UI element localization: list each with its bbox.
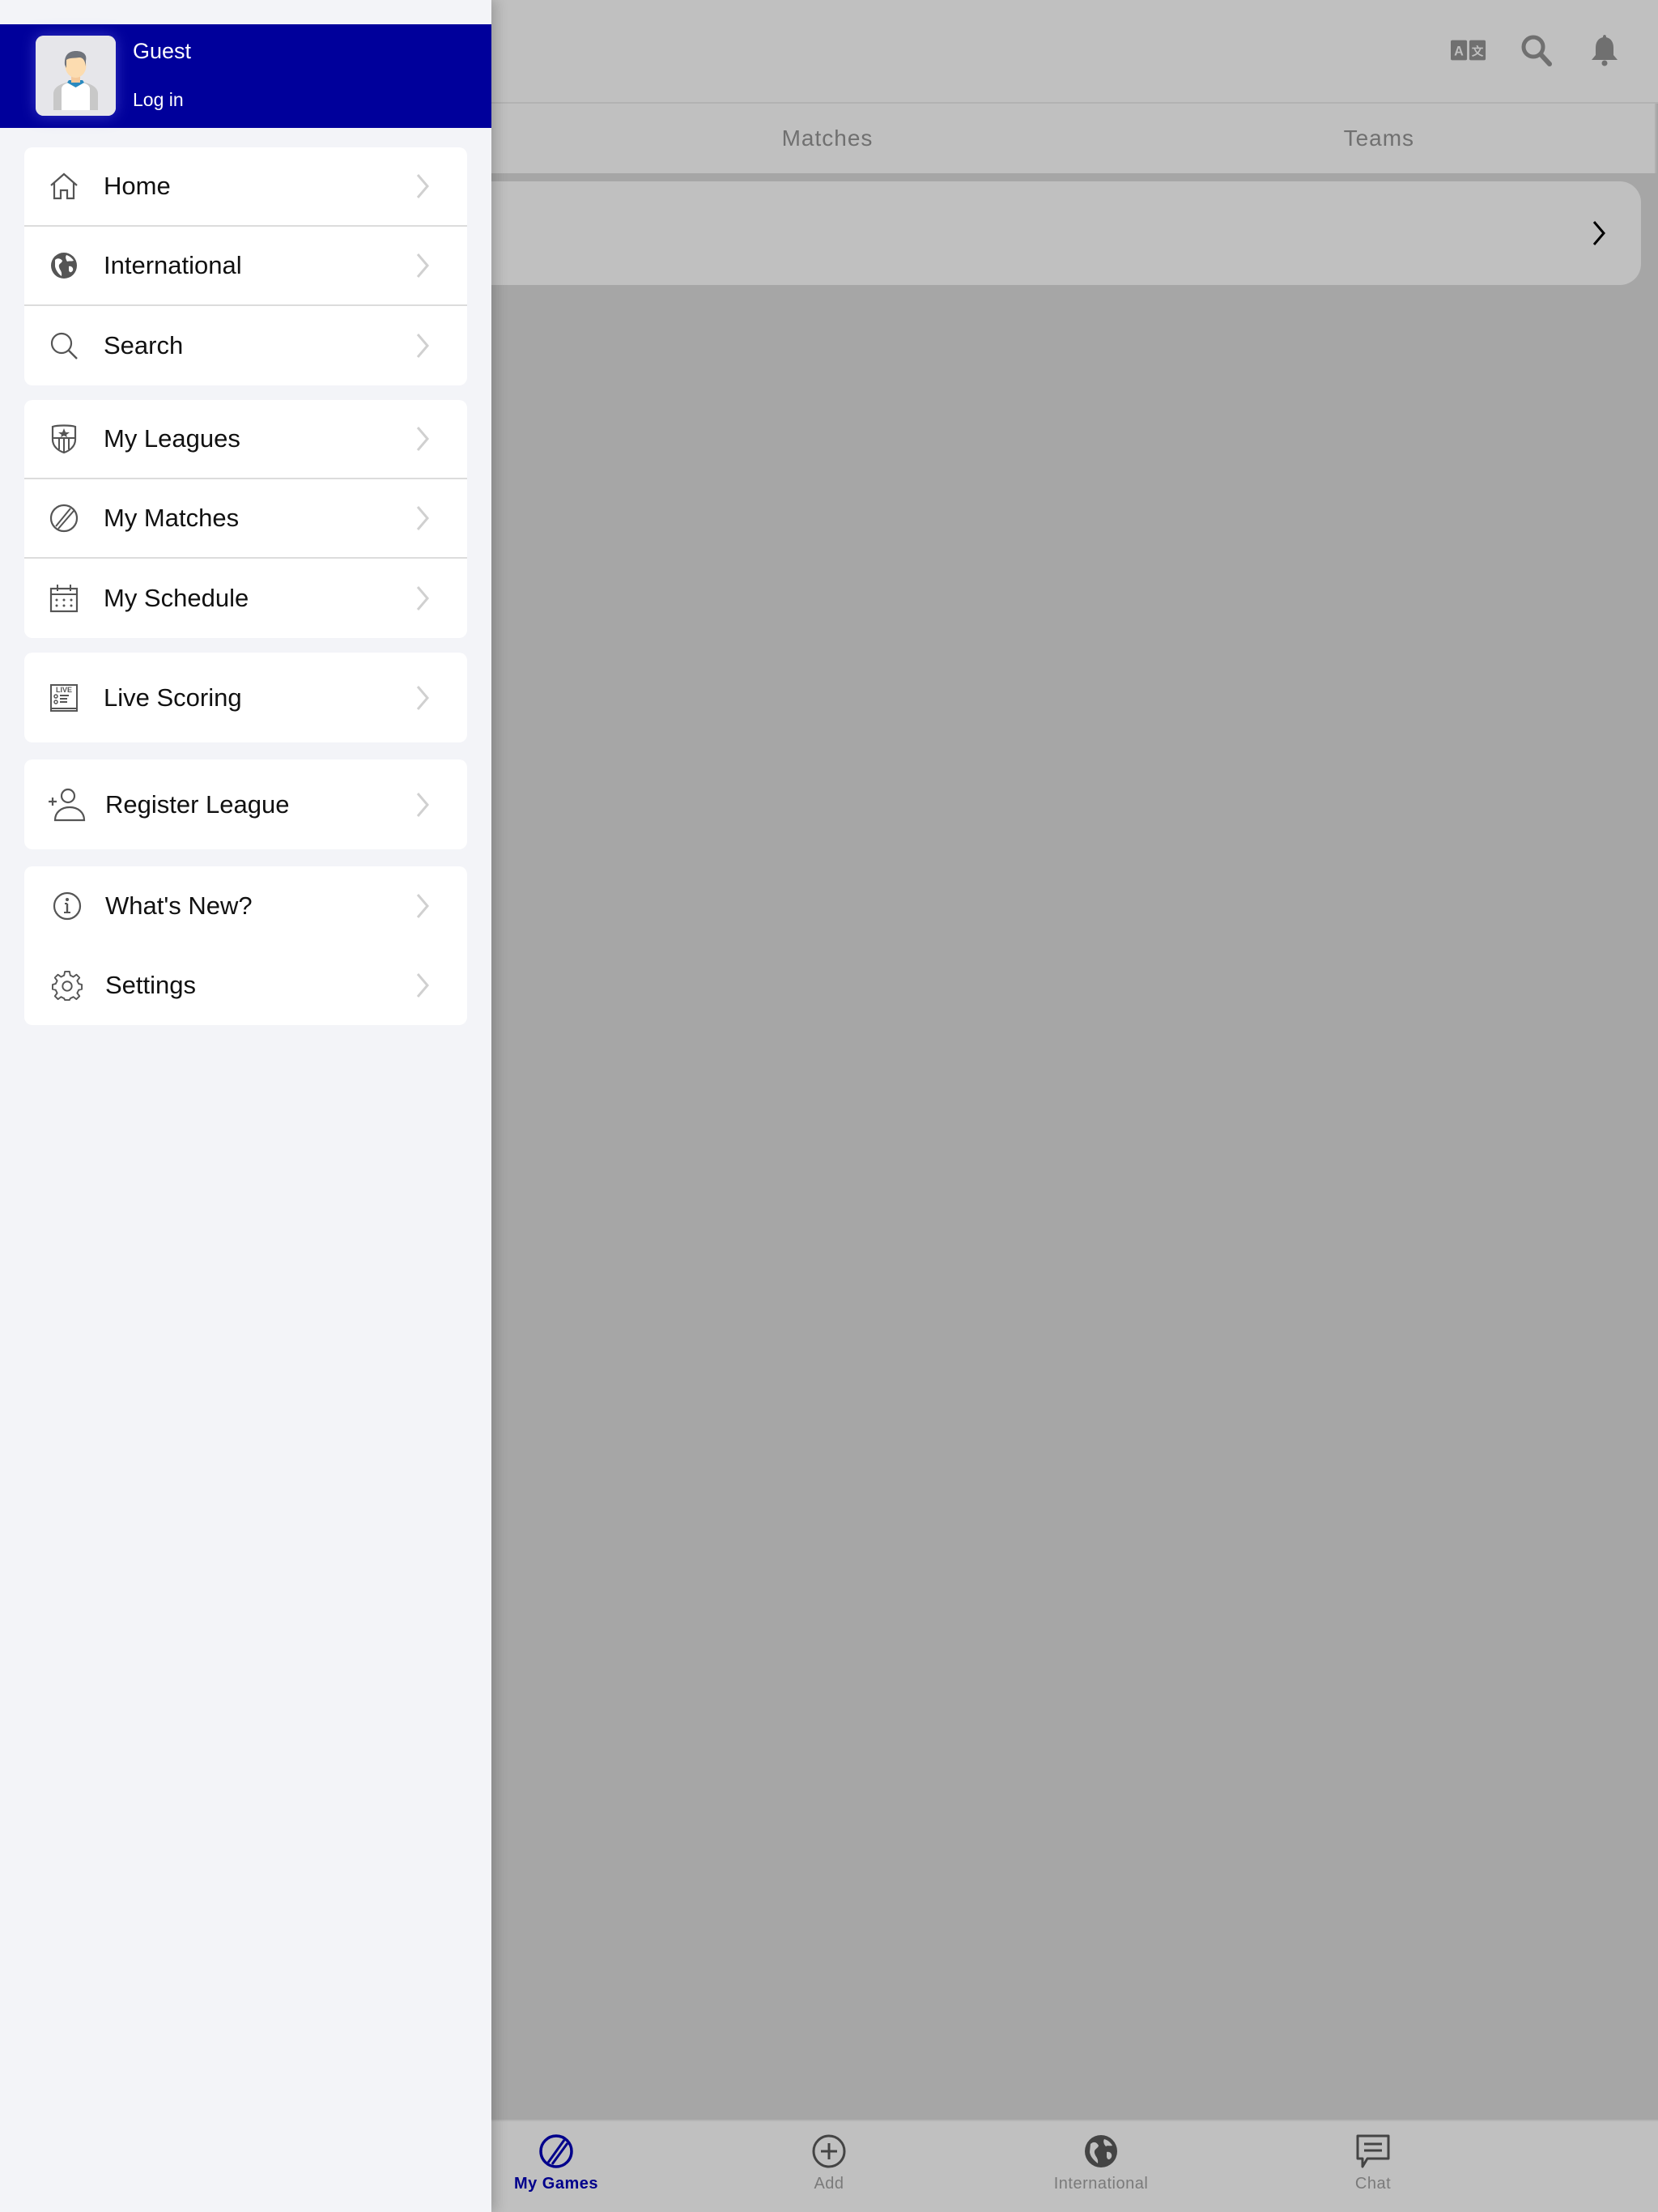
drawer-item-label: What's New?	[105, 891, 253, 920]
drawer-item-label: My Schedule	[104, 584, 249, 612]
search-icon	[49, 330, 79, 361]
translate-icon[interactable]: A文	[1451, 32, 1486, 68]
drawer-item-label: My Leagues	[104, 424, 240, 453]
svg-text:A: A	[1454, 45, 1464, 59]
chevron-right-icon	[416, 253, 429, 278]
chevron-right-icon	[416, 174, 429, 198]
drawer-item-label: Search	[104, 331, 184, 359]
drawer-item-whats-new[interactable]: What's New?	[24, 866, 467, 946]
side-drawer: Guest Log in Home International Search M…	[0, 0, 491, 2212]
drawer-item-search[interactable]: Search	[24, 306, 467, 385]
chevron-right-icon	[416, 334, 429, 358]
bell-icon[interactable]	[1587, 32, 1622, 68]
bottom-tab-my-games[interactable]: My Games	[475, 2133, 637, 2193]
drawer-item-label: Home	[104, 172, 171, 200]
drawer-item-label: My Matches	[104, 504, 240, 532]
globe-icon	[1085, 2135, 1117, 2167]
user-name: Guest	[133, 39, 192, 63]
drawer-item-settings[interactable]: Settings	[24, 946, 467, 1025]
tab-teams[interactable]: Teams	[1103, 104, 1655, 173]
cricket-ball-icon	[539, 2134, 573, 2168]
info-icon	[52, 891, 83, 921]
drawer-item-label: Settings	[105, 971, 197, 999]
search-icon[interactable]	[1519, 32, 1554, 68]
drawer-item-international[interactable]: International	[24, 227, 467, 306]
cricket-ball-icon	[49, 503, 79, 534]
gear-icon	[52, 970, 83, 1001]
bottom-tab-label: International	[1053, 2175, 1149, 2193]
chevron-right-icon	[416, 894, 429, 918]
svg-text:LIVE: LIVE	[56, 686, 72, 694]
drawer-group-register: Register League	[24, 759, 467, 849]
bottom-tab-chat[interactable]: Chat	[1292, 2133, 1454, 2193]
live-scoreboard-icon: LIVE	[49, 683, 79, 713]
add-user-icon	[49, 788, 86, 821]
drawer-group-misc: What's New? Settings	[24, 866, 467, 1025]
drawer-item-register-league[interactable]: Register League	[24, 759, 467, 849]
chevron-right-icon	[416, 792, 429, 817]
drawer-item-label: International	[104, 251, 242, 279]
drawer-item-my-matches[interactable]: My Matches	[24, 479, 467, 559]
drawer-item-live-scoring[interactable]: LIVE Live Scoring	[24, 653, 467, 742]
drawer-item-my-schedule[interactable]: My Schedule	[24, 559, 467, 638]
drawer-group-live: LIVE Live Scoring	[24, 653, 467, 742]
chat-icon	[1356, 2134, 1390, 2168]
user-avatar-icon	[36, 36, 116, 116]
bottom-tab-label: Add	[814, 2175, 844, 2193]
drawer-item-home[interactable]: Home	[24, 147, 467, 227]
home-icon	[49, 171, 79, 202]
bottom-tab-label: Chat	[1354, 2175, 1392, 2193]
tab-matches[interactable]: Matches	[551, 104, 1103, 173]
avatar[interactable]	[36, 36, 116, 116]
drawer-item-my-leagues[interactable]: My Leagues	[24, 400, 467, 479]
drawer-group-personal: My Leagues My Matches My Schedule	[24, 400, 467, 638]
drawer-user-header[interactable]: Guest Log in	[0, 24, 491, 128]
svg-text:文: 文	[1472, 45, 1484, 59]
globe-icon	[49, 250, 79, 281]
bottom-tab-international[interactable]: International	[1020, 2133, 1182, 2193]
bottom-tab-label: My Games	[513, 2175, 599, 2193]
chevron-right-icon	[416, 973, 429, 998]
login-link[interactable]: Log in	[133, 89, 184, 111]
calendar-icon	[49, 583, 79, 614]
drawer-item-label: Live Scoring	[104, 683, 242, 712]
chevron-right-icon	[1592, 221, 1605, 245]
plus-circle-icon	[812, 2134, 846, 2168]
chevron-right-icon	[416, 427, 429, 451]
drawer-group-main: Home International Search	[24, 147, 467, 385]
chevron-right-icon	[416, 685, 429, 710]
bottom-tab-add[interactable]: Add	[748, 2133, 910, 2193]
shield-star-icon	[49, 423, 79, 454]
drawer-item-label: Register League	[105, 789, 290, 819]
chevron-right-icon	[416, 586, 429, 610]
chevron-right-icon	[416, 506, 429, 530]
